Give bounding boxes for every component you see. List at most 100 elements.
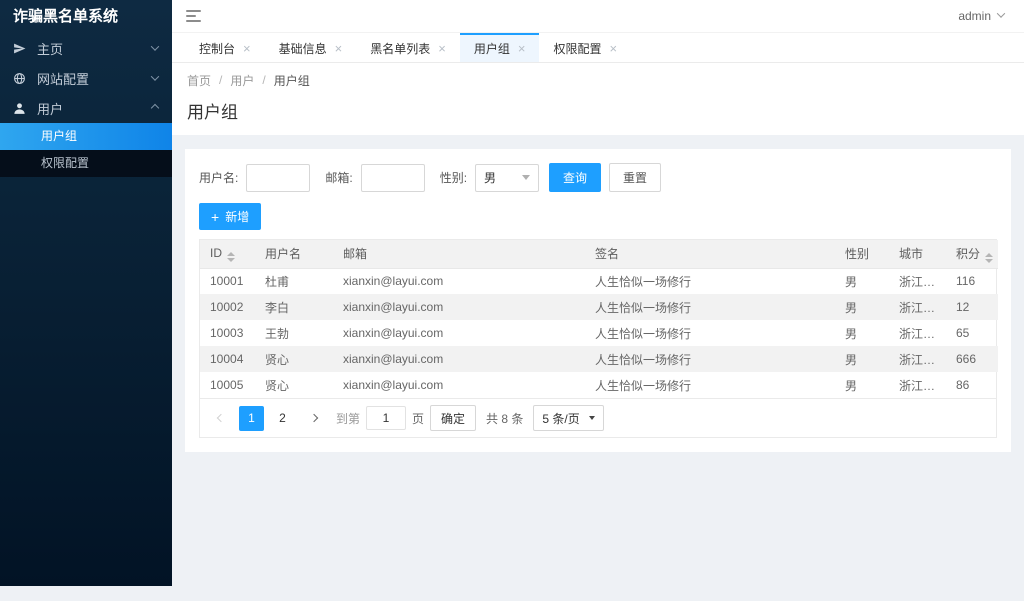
close-icon[interactable]: × <box>438 42 446 55</box>
per-page-value: 5 条/页 <box>542 411 580 426</box>
sidebar-subitem[interactable]: 权限配置 <box>0 150 172 177</box>
breadcrumb-item[interactable]: 首页 / <box>187 72 230 89</box>
table-row: 10001 杜甫 xianxin@layui.com 人生恰似一场修行 男 浙江… <box>200 268 998 294</box>
page-suffix-label: 页 <box>412 411 425 426</box>
username-input[interactable] <box>246 163 311 192</box>
sidebar-item-label: 用户 <box>37 101 64 117</box>
content-area: 用户名: 邮箱: 性别: 男 查询 重置 + 新增 ID 用户名 邮箱 签名 性… <box>172 135 1024 601</box>
pagination: 12 到第 页 确定 共 8 条 5 条/页 <box>200 398 996 437</box>
cell-city: 浙江杭州 <box>899 300 946 315</box>
cell-email: xianxin@layui.com <box>343 352 444 366</box>
email-input[interactable] <box>360 163 425 192</box>
sort-icon[interactable] <box>985 252 994 263</box>
chevron-up-icon <box>150 103 160 113</box>
page-number-button[interactable]: 2 <box>270 406 295 431</box>
email-label: 邮箱: <box>325 171 353 185</box>
page-number-button[interactable]: 1 <box>239 405 264 431</box>
breadcrumb-item[interactable]: 用户组 / <box>274 72 310 89</box>
cell-score: 666 <box>956 352 977 366</box>
sidebar-subitem-label: 用户组 <box>41 129 78 143</box>
cell-score: 86 <box>956 378 970 392</box>
cell-id: 10005 <box>210 378 244 392</box>
per-page-select[interactable]: 5 条/页 <box>533 405 604 431</box>
tab[interactable]: 控制台 × <box>185 33 265 62</box>
chevron-down-icon <box>150 72 160 81</box>
cell-username: 李白 <box>265 300 290 315</box>
sidebar-item-users[interactable]: 用户 <box>0 93 172 123</box>
sort-icon[interactable] <box>227 251 235 262</box>
total-count-label: 共 8 条 <box>486 411 524 426</box>
globe-icon <box>13 72 28 85</box>
cell-sign: 人生恰似一场修行 <box>595 274 692 289</box>
card: 用户名: 邮箱: 性别: 男 查询 重置 + 新增 ID 用户名 邮箱 签名 性… <box>185 149 1011 452</box>
sidebar-item-home[interactable]: 主页 <box>0 33 172 63</box>
breadcrumb-item-label: 用户组 <box>273 73 310 88</box>
page-header: 首页 / 用户 / 用户组 / 用户组 <box>172 63 1024 135</box>
cell-email: xianxin@layui.com <box>343 274 444 289</box>
column-header-gender: 性别 <box>835 240 889 269</box>
search-button[interactable]: 查询 <box>549 163 602 192</box>
cell-gender: 男 <box>845 378 858 393</box>
collapse-sidebar-icon[interactable] <box>186 10 201 22</box>
column-header-id: ID <box>200 240 255 269</box>
user-table: ID 用户名 邮箱 签名 性别 城市 积分 10001 杜甫 xianxin@l… <box>199 239 998 438</box>
close-icon[interactable]: × <box>518 42 526 55</box>
toolbar: + 新增 <box>199 203 997 230</box>
sidebar-subitem[interactable]: 用户组 <box>0 123 172 150</box>
table-row: 10002 李白 xianxin@layui.com 人生恰似一场修行 男 浙江… <box>200 294 998 320</box>
cell-sign: 人生恰似一场修行 <box>595 326 692 341</box>
chevron-right-icon <box>309 413 318 423</box>
chevron-down-icon <box>150 42 160 51</box>
sidebar-item-label: 网站配置 <box>37 71 90 87</box>
sidebar: 诈骗黑名单系统 主页 网站配置 用户 用户组 权限配置 <box>0 0 172 586</box>
reset-button[interactable]: 重置 <box>609 163 662 192</box>
cell-gender: 男 <box>845 300 858 315</box>
breadcrumb-item-label: 用户 <box>230 73 255 88</box>
main-area: admin 控制台 × 基础信息 × 黑名单列表 × 用户组 × 权限配置 × <box>172 0 1024 601</box>
cell-city: 浙江杭州 <box>899 378 946 393</box>
breadcrumb-item[interactable]: 用户 / <box>230 72 273 89</box>
sidebar-item-site-config[interactable]: 网站配置 <box>0 63 172 93</box>
table-row: 10004 贤心 xianxin@layui.com 人生恰似一场修行 男 浙江… <box>200 346 998 372</box>
cell-email: xianxin@layui.com <box>343 300 444 314</box>
add-button[interactable]: + 新增 <box>199 203 262 230</box>
user-menu-label: admin <box>958 9 991 23</box>
tab[interactable]: 基础信息 × <box>265 33 357 62</box>
cell-city: 浙江杭州 <box>899 326 946 341</box>
close-icon[interactable]: × <box>335 42 343 55</box>
breadcrumb-item-label: 首页 <box>187 73 212 88</box>
column-header-score: 积分 <box>946 240 998 269</box>
tab-label: 控制台 <box>199 42 236 56</box>
caret-down-icon <box>522 175 531 180</box>
app-window: 诈骗黑名单系统 主页 网站配置 用户 用户组 权限配置 admin 控制台 × … <box>0 0 1024 601</box>
send-icon <box>13 42 28 55</box>
cell-score: 65 <box>956 326 970 340</box>
tab[interactable]: 用户组 × <box>459 33 540 62</box>
user-icon <box>13 102 28 115</box>
column-header-email: 邮箱 <box>333 240 585 269</box>
tab[interactable]: 权限配置 × <box>539 33 631 62</box>
column-header-city: 城市 <box>889 240 946 269</box>
next-page-button[interactable] <box>301 406 326 431</box>
close-icon[interactable]: × <box>243 42 251 55</box>
tab-label: 基础信息 <box>278 42 327 56</box>
gender-select[interactable]: 男 <box>475 163 540 192</box>
cell-score: 12 <box>956 300 970 314</box>
page-title: 用户组 <box>187 103 238 122</box>
email-filter-group: 邮箱: <box>325 163 425 192</box>
cell-username: 王勃 <box>265 326 290 341</box>
jump-page-input[interactable] <box>366 406 407 430</box>
sidebar-submenu: 用户组 权限配置 <box>0 123 172 177</box>
sidebar-item-label: 主页 <box>37 41 64 57</box>
cell-id: 10002 <box>210 300 244 314</box>
cell-gender: 男 <box>845 326 858 341</box>
close-icon[interactable]: × <box>609 42 617 55</box>
cell-username: 贤心 <box>265 378 290 393</box>
plus-icon: + <box>211 208 220 225</box>
tab[interactable]: 黑名单列表 × <box>356 33 460 62</box>
cell-score: 116 <box>956 274 976 289</box>
confirm-button[interactable]: 确定 <box>430 405 477 431</box>
prev-page-button[interactable] <box>208 406 233 431</box>
user-menu[interactable]: admin <box>958 8 1006 23</box>
gender-label: 性别: <box>439 171 468 185</box>
